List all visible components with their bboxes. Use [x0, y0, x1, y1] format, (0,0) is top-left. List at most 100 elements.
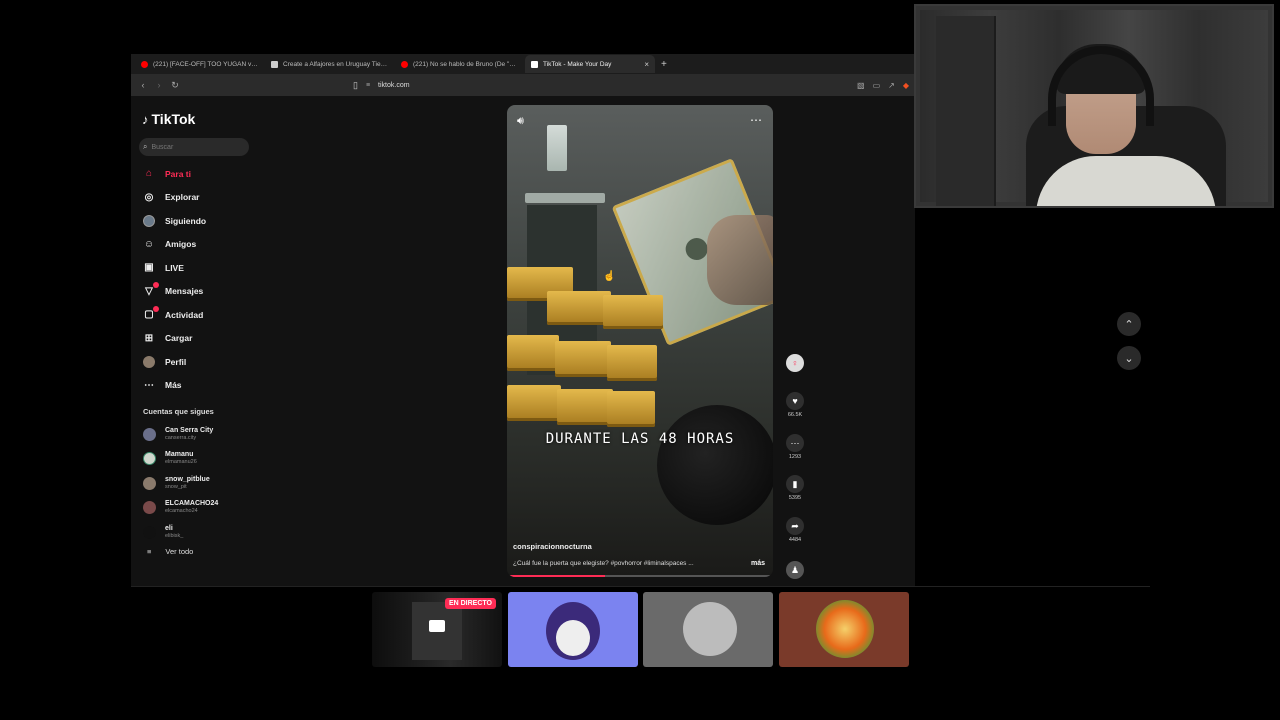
nav-live[interactable]: ▣ LIVE	[139, 256, 259, 280]
gold-bar	[507, 385, 561, 421]
back-arrow-icon[interactable]: ‹	[135, 80, 151, 90]
nav-label: Más	[165, 380, 182, 391]
creator-avatar: ♀	[786, 354, 804, 372]
nav-mas[interactable]: ⋯ Más	[139, 374, 259, 398]
see-all-link[interactable]: ≡ Ver todo	[139, 547, 259, 556]
like-button[interactable]: ♥ 66.5K	[783, 392, 807, 418]
tiktok-sidebar: ♪ TikTok ⌕ Buscar ⌂ Para ti ◎ Explorar S…	[139, 110, 259, 556]
hand	[707, 215, 773, 305]
close-tab-icon[interactable]: ×	[644, 60, 649, 69]
search-input[interactable]: ⌕ Buscar	[139, 138, 249, 156]
creator-avatar-button[interactable]: ♀	[783, 354, 807, 372]
share-count: 4484	[788, 537, 802, 543]
extension-icon[interactable]: ▧	[857, 81, 865, 90]
activity-icon: ▢	[143, 305, 159, 321]
live-badge: EN DIRECTO	[444, 598, 496, 609]
browser-window: (221) [FACE-OFF] TOO YUGAN vs MI... Crea…	[131, 54, 915, 586]
logo-text: TikTok	[151, 111, 196, 127]
forward-arrow-icon[interactable]: ›	[151, 80, 167, 90]
nav-label: Para ti	[165, 168, 191, 179]
gold-bar	[607, 391, 655, 427]
messages-icon: ▽	[143, 282, 159, 297]
site-info-icon[interactable]: ≡	[366, 82, 370, 89]
share-button[interactable]: ➦ 4484	[783, 517, 807, 543]
video-author[interactable]: conspiracionnocturna	[513, 542, 592, 551]
previous-video-button[interactable]: ⌃	[1117, 312, 1141, 336]
tab-tier-list[interactable]: Create a Alfajores en Uruguay Tier Li...	[265, 55, 395, 73]
following-account[interactable]: Can Serra City canserra.city	[139, 422, 259, 447]
fire-tile[interactable]	[779, 592, 909, 667]
video-caption-overlay: DURANTE LAS 48 HORAS	[545, 431, 735, 447]
avatar	[143, 452, 156, 466]
nav-siguiendo[interactable]: Siguiendo	[139, 209, 259, 233]
nav-para-ti[interactable]: ⌂ Para ti	[139, 162, 259, 186]
new-tab-button[interactable]: +	[661, 59, 667, 70]
compass-icon: ◎	[144, 191, 154, 203]
gold-bar	[547, 291, 611, 325]
home-icon: ⌂	[145, 168, 153, 180]
gold-bar	[507, 335, 559, 371]
more-options-icon[interactable]: ⋯	[750, 113, 763, 127]
comment-button[interactable]: ⋯ 1293	[783, 434, 807, 460]
chat-icon	[429, 620, 445, 632]
brave-shield-icon[interactable]: ◆	[903, 81, 909, 90]
tab-title: TikTok - Make Your Day	[543, 60, 612, 68]
mouse-cursor-icon: ☝	[603, 271, 616, 282]
account-handle: elmamanu26	[165, 459, 197, 466]
penguin-tile[interactable]	[508, 592, 638, 667]
wall-light	[525, 193, 605, 203]
nav-actividad[interactable]: ▢ Actividad	[139, 303, 259, 327]
youtube-favicon-icon	[141, 60, 148, 68]
following-account[interactable]: snow_pitblue snow_pit	[139, 471, 259, 496]
url-field[interactable]: ▯ ≡ tiktok.com	[353, 74, 410, 96]
video-progress-bar[interactable]	[507, 575, 773, 577]
next-video-button[interactable]: ⌄	[1117, 346, 1141, 370]
screen: (221) [FACE-OFF] TOO YUGAN vs MI... Crea…	[0, 0, 1280, 720]
account-handle: canserra.city	[165, 434, 197, 441]
sound-avatar-button[interactable]: ♟	[783, 561, 807, 579]
duo-tile[interactable]	[643, 592, 773, 667]
bookmark-icon: ▮	[786, 475, 804, 493]
reload-icon[interactable]: ↻	[167, 80, 183, 91]
tab-title: (221) [FACE-OFF] TOO YUGAN vs MI...	[153, 60, 259, 68]
volume-icon[interactable]: 🔊︎	[517, 115, 524, 128]
save-count: 5395	[788, 495, 802, 501]
nav-perfil[interactable]: Perfil	[139, 350, 259, 374]
tab-youtube-faceoff[interactable]: (221) [FACE-OFF] TOO YUGAN vs MI...	[135, 55, 265, 73]
tiktok-logo[interactable]: ♪ TikTok	[142, 110, 259, 128]
tab-bar: (221) [FACE-OFF] TOO YUGAN vs MI... Crea…	[131, 54, 915, 74]
tab-tiktok[interactable]: TikTok - Make Your Day ×	[525, 55, 655, 73]
account-handle: elibisk_	[165, 532, 184, 539]
extensions-bar: ▧ ▭ ↗ ◆	[857, 74, 909, 96]
upload-icon: ⊞	[144, 332, 154, 344]
profile-avatar-icon	[143, 355, 155, 368]
following-account[interactable]: Mamanu elmamanu26	[139, 447, 259, 472]
url-text: tiktok.com	[378, 81, 410, 89]
more-link[interactable]: más	[751, 560, 765, 567]
avatar	[143, 525, 156, 539]
fire-circle	[816, 600, 874, 658]
nav-mensajes[interactable]: ▽ Mensajes	[139, 280, 259, 304]
nav-explorar[interactable]: ◎ Explorar	[139, 186, 259, 210]
video-player[interactable]: DURANTE LAS 48 HORAS 🔊︎ ⋯ ☝ conspiracion…	[507, 105, 773, 577]
live-tile[interactable]: EN DIRECTO	[372, 592, 502, 667]
nav-amigos[interactable]: ☺ Amigos	[139, 233, 259, 257]
nav-cargar[interactable]: ⊞ Cargar	[139, 327, 259, 351]
tab-title: Create a Alfajores en Uruguay Tier Li...	[283, 60, 389, 68]
comment-count: 1293	[788, 454, 802, 460]
video-description: ¿Cuál fue la puerta que elegiste? #povho…	[513, 560, 694, 567]
following-account[interactable]: ELCAMACHO24 elcamacho24	[139, 496, 259, 521]
dark-bowl	[657, 405, 773, 525]
following-heading: Cuentas que sigues	[143, 407, 214, 416]
cast-icon[interactable]: ▭	[873, 81, 881, 90]
nav-label: Actividad	[165, 309, 204, 320]
avatar	[143, 476, 156, 490]
share-icon[interactable]: ↗	[888, 81, 895, 90]
save-button[interactable]: ▮ 5395	[783, 475, 807, 501]
main-nav: ⌂ Para ti ◎ Explorar Siguiendo ☺ Amigos …	[139, 162, 259, 397]
bookmark-icon[interactable]: ▯	[353, 80, 358, 91]
following-account[interactable]: eli elibisk_	[139, 520, 259, 545]
share-arrow-icon: ➦	[786, 517, 804, 535]
tab-youtube-bruno[interactable]: (221) No se hablo de Bruno (De "Enc...	[395, 55, 525, 73]
notification-dot	[153, 305, 159, 312]
